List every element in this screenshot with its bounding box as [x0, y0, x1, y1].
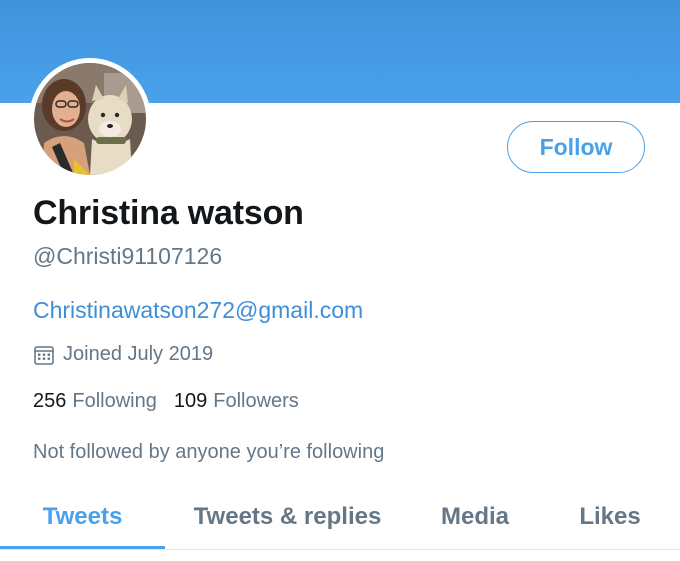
following-stat[interactable]: 256 Following	[33, 390, 157, 413]
not-followed-text: Not followed by anyone you’re following	[33, 441, 385, 463]
followers-label: Followers	[213, 390, 299, 412]
joined-label: Joined July 2019	[63, 343, 214, 365]
bio-email-link[interactable]: Christinawatson272@gmail.com	[33, 297, 363, 324]
following-count: 256	[33, 390, 67, 412]
calendar-icon	[33, 344, 55, 366]
tab-tweets-and-replies[interactable]: Tweets & replies	[165, 486, 410, 548]
followers-count: 109	[173, 390, 208, 412]
joined-date: Joined July 2019	[33, 343, 213, 366]
tab-media[interactable]: Media	[410, 486, 540, 548]
tab-tweets[interactable]: Tweets	[0, 486, 165, 548]
display-name: Christina watson	[33, 194, 304, 232]
tabs-divider	[0, 549, 680, 550]
profile-tabs: Tweets Tweets & replies Media Likes	[0, 486, 680, 550]
followers-stat[interactable]: 109 Followers	[174, 390, 299, 413]
avatar-photo	[34, 63, 146, 175]
avatar-image	[34, 63, 146, 175]
follow-button[interactable]: Follow	[507, 121, 645, 173]
following-label: Following	[72, 390, 157, 412]
avatar[interactable]	[29, 58, 151, 180]
profile-handle: @Christi91107126	[33, 243, 223, 269]
follow-stats: 256 Following 109 Followers	[33, 390, 316, 413]
tab-likes[interactable]: Likes	[540, 486, 680, 548]
